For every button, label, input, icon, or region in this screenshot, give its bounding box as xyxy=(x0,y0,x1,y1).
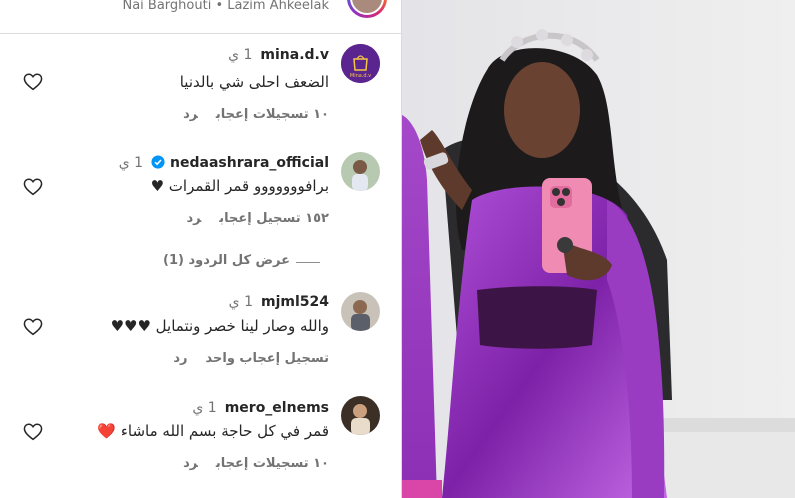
author-avatar[interactable] xyxy=(347,0,387,18)
reply-button[interactable]: رد xyxy=(183,456,198,471)
comment-time[interactable]: 1 ي xyxy=(229,294,253,310)
likes-count[interactable]: ١٥٢ تسجيل إعجاب xyxy=(219,211,329,226)
comment-username[interactable]: mjml524 xyxy=(261,294,329,310)
comment-text: قمر في كل حاجة بسم الله ماشاء ❤️ xyxy=(97,422,329,440)
comment-username[interactable]: nedaashrara_official xyxy=(170,155,329,171)
reply-button[interactable]: رد xyxy=(183,107,198,122)
comment-time[interactable]: 1 ي xyxy=(119,155,143,171)
comment-time[interactable]: 1 ي xyxy=(228,47,252,63)
comment-item: mero_elnems 1 ي قمر في كل حاجة بسم الله م… xyxy=(0,384,401,498)
comment-text: الضعف احلى شي بالدنيا xyxy=(179,73,329,91)
post-photo[interactable] xyxy=(402,0,795,498)
avatar[interactable] xyxy=(341,292,380,331)
audio-track-label[interactable]: Nai Barghouti • Lazim Ahkeelak xyxy=(122,0,329,13)
avatar[interactable]: Mina.d.v xyxy=(341,44,380,83)
comments-panel: Nai Barghouti • Lazim Ahkeelak Mina.d.v … xyxy=(0,0,401,498)
avatar-photo xyxy=(341,396,380,435)
comment-item: mjml524 1 ي والله وصار لينا خصر ونتمايل ♥… xyxy=(0,284,401,384)
reply-button[interactable]: رد xyxy=(187,211,202,226)
likes-count[interactable]: ١٠ تسجيلات إعجاب xyxy=(216,456,329,471)
avatar[interactable] xyxy=(341,152,380,191)
avatar-photo xyxy=(341,152,380,191)
verified-badge-icon xyxy=(151,155,165,169)
like-heart-icon[interactable] xyxy=(23,178,43,196)
mirror-selfie-illustration xyxy=(402,0,795,498)
avatar-photo xyxy=(341,292,380,331)
replies-divider xyxy=(296,262,320,263)
comment-text: والله وصار لينا خصر ونتمايل ♥♥♥ xyxy=(110,317,329,335)
comment-text: برافووووووو قمر القمرات ♥ xyxy=(150,177,329,195)
comment-time[interactable]: 1 ي xyxy=(192,400,216,416)
like-heart-icon[interactable] xyxy=(23,318,43,336)
like-heart-icon[interactable] xyxy=(23,423,43,441)
post-header: Nai Barghouti • Lazim Ahkeelak xyxy=(0,0,401,34)
likes-count[interactable]: تسجيل إعجاب واحد xyxy=(205,351,329,366)
comment-item: Mina.d.v mina.d.v 1 ي الضعف احلى شي بالدن… xyxy=(0,34,401,134)
avatar[interactable] xyxy=(341,396,380,435)
view-replies-button[interactable]: عرض كل الردود (1) xyxy=(163,253,290,268)
comment-username[interactable]: mina.d.v xyxy=(260,47,329,63)
like-heart-icon[interactable] xyxy=(23,73,43,91)
comment-username[interactable]: mero_elnems xyxy=(225,400,329,416)
shopping-bag-icon: Mina.d.v xyxy=(341,44,380,83)
likes-count[interactable]: ١٠ تسجيلات إعجاب xyxy=(216,107,329,122)
avatar-label: Mina.d.v xyxy=(350,73,371,79)
reply-button[interactable]: رد xyxy=(173,351,187,366)
